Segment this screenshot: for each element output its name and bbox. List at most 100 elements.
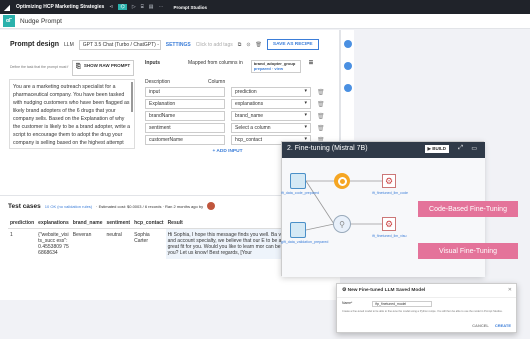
dashboard-icon[interactable]: ▤ — [149, 4, 154, 10]
dataset-code-label: ift_data_code_prepared — [281, 191, 319, 195]
expand-icon[interactable]: ⤢ — [458, 145, 463, 152]
name-input[interactable]: ftp_finetuned_model — [372, 301, 433, 307]
prompt-design-header: Prompt design LLM GPT 3.5 Chat (Turbo / … — [10, 39, 319, 50]
app-logo-icon[interactable]: ◢ — [0, 0, 14, 14]
mapped-label: Mapped from columns in — [188, 60, 243, 66]
test-cases-heading: Test cases — [8, 202, 41, 210]
history-panel-icon[interactable] — [343, 84, 352, 92]
prompt-badge-icon: αΓ — [3, 15, 15, 27]
close-icon[interactable]: ✕ — [508, 287, 512, 293]
column-value: explanations — [235, 101, 264, 107]
table-header[interactable]: explanations — [36, 218, 71, 229]
create-button[interactable]: CREATE — [495, 323, 511, 328]
input-description[interactable]: customerName — [145, 135, 225, 145]
llm-select[interactable]: GPT 3.5 Chat (Turbo / ChatGPT) - Fo — [78, 39, 161, 50]
input-description[interactable]: input — [145, 87, 225, 97]
dataset-validation-node-icon[interactable] — [290, 222, 306, 238]
input-column-select[interactable]: brand_name ▾ — [231, 111, 311, 121]
dialog-description: Create a fine-tuned model to be able to … — [342, 310, 503, 313]
input-description[interactable]: brandName — [145, 111, 225, 121]
name-label: Name* — [342, 301, 353, 305]
prompt-studios-title[interactable]: Prompt Studios — [173, 5, 207, 10]
finetuning-title: 2. Fine-tuning (Mistral 7B) — [287, 145, 368, 152]
table-header[interactable]: Result — [165, 218, 296, 229]
dialog-title-text: New Fine-tuned LLM Saved Model — [347, 288, 426, 293]
input-column-select[interactable]: explanations ▾ — [231, 99, 311, 109]
play-icon[interactable]: ▷ — [132, 4, 136, 10]
tags-link[interactable]: Click to add tags — [196, 42, 233, 48]
top-nav-bar: ◢ Optimizing HCP Marketing Strategies ⋖ … — [0, 0, 530, 14]
window-icon[interactable]: ▭ — [471, 145, 477, 152]
test-cases-table: prediction explanations brand_name senti… — [8, 218, 296, 259]
visual-finetuning-label: Visual Fine-Tuning — [418, 243, 518, 259]
table-header[interactable]: sentiment — [104, 218, 133, 229]
dataset-code-node-icon[interactable] — [290, 173, 306, 189]
model-code-label: ift_finetuned_llm_code — [372, 191, 408, 195]
input-description[interactable]: Explanation — [145, 99, 225, 109]
trash-icon[interactable]: 🗑 — [317, 125, 325, 132]
settings-button[interactable]: SETTINGS — [166, 42, 191, 48]
dataset-validation-label: gift_data_validation_prepared — [281, 240, 329, 244]
input-column-select[interactable]: prediction ▾ — [231, 87, 311, 97]
cell-prediction: 1 — [10, 232, 13, 238]
textarea-scrollbar[interactable] — [131, 82, 133, 112]
table-header[interactable]: prediction — [8, 218, 37, 229]
trash-icon[interactable]: 🗑 — [317, 89, 325, 96]
python-recipe-icon[interactable] — [334, 173, 350, 189]
input-row: Explanation explanations ▾ 🗑 — [145, 99, 330, 109]
model-code-gear-icon[interactable]: ⚙ — [382, 174, 396, 188]
input-row: input prediction ▾ 🗑 — [145, 87, 330, 97]
column-col-header: Column — [208, 79, 226, 85]
trash-icon[interactable]: 🗑 — [317, 113, 325, 120]
build-button[interactable]: ▶ BUILD — [424, 145, 449, 153]
flow-icon[interactable]: ⌬ — [118, 4, 127, 10]
new-model-dialog: ⚙ New Fine-tuned LLM Saved Model ✕ Name*… — [336, 283, 517, 333]
cell-result: Hi Sophia, I hope this message finds you… — [165, 228, 296, 259]
dataset-view-link[interactable]: prepared · view — [254, 66, 298, 72]
cell-explanations: {"website_visits_succ ess": 0.4553809 75… — [38, 232, 69, 256]
table-row[interactable]: 1 {"website_visits_succ ess": 0.4553809 … — [8, 228, 296, 259]
delete-icon[interactable]: 🗑 — [256, 42, 262, 48]
dataset-select[interactable]: brand_adopter_group prepared · view — [250, 60, 301, 73]
dialog-title: ⚙ New Fine-tuned LLM Saved Model — [337, 284, 516, 298]
project-name[interactable]: Optimizing HCP Marketing Strategies — [16, 4, 104, 10]
cell-brand: Beveran — [72, 232, 92, 238]
llm-label: LLM — [64, 41, 74, 48]
model-visual-gear-icon[interactable]: ⚙ — [382, 217, 396, 231]
chevron-down-icon: ▾ — [304, 88, 307, 94]
info-icon[interactable] — [343, 40, 352, 48]
chevron-down-icon: ▾ — [304, 100, 307, 106]
share-icon[interactable]: ⋖ — [109, 4, 113, 10]
chat-icon[interactable] — [343, 62, 352, 70]
raw-prompt-icon: ⎘ — [76, 64, 81, 70]
prompt-title: Nudge Prompt — [20, 17, 62, 25]
input-row: sentiment Select a column ▾ 🗑 — [145, 123, 330, 133]
column-value: Select a column — [235, 125, 271, 131]
cell-contact: Sophia Carter — [134, 232, 150, 244]
show-raw-prompt-button[interactable]: ⎘ SHOW RAW PROMPT — [72, 60, 134, 76]
history-icon[interactable]: ⊙ — [246, 42, 250, 48]
inputs-heading: Inputs — [145, 60, 160, 66]
cancel-button[interactable]: CANCEL — [472, 323, 489, 328]
list-icon[interactable]: ☰ — [309, 60, 313, 66]
right-sidebar — [340, 30, 354, 140]
table-header[interactable]: hcp_contact — [132, 218, 166, 229]
trash-icon[interactable]: 🗑 — [317, 101, 325, 108]
validation-link[interactable]: 10 OK (no validation rules) — [45, 204, 92, 209]
save-as-recipe-button[interactable]: SAVE AS RECIPE — [266, 39, 319, 50]
model-visual-label: ift_finetuned_llm_visu — [372, 234, 407, 238]
chevron-down-icon: ▾ — [304, 124, 307, 130]
copy-icon[interactable]: ⧉ — [238, 42, 242, 48]
test-meta: · Estimated cost: $0.0003 / 6 records · … — [96, 203, 204, 209]
input-description[interactable]: sentiment — [145, 123, 225, 133]
input-column-select[interactable]: Select a column ▾ — [231, 123, 311, 133]
column-value: brand_name — [235, 113, 264, 119]
table-header[interactable]: brand_name — [70, 218, 105, 229]
prompt-text: You are a marketing outreach specialist … — [13, 84, 131, 146]
cell-sentiment: neutral — [106, 232, 122, 238]
more-icon[interactable]: ⋯ — [158, 4, 163, 10]
prompt-textarea[interactable]: You are a marketing outreach specialist … — [9, 79, 135, 149]
code-icon[interactable]: ⌸ — [141, 4, 144, 10]
task-description: Define the task that the prompt must f — [10, 65, 69, 69]
visual-llm-recipe-icon[interactable]: ⚲ — [333, 215, 351, 233]
